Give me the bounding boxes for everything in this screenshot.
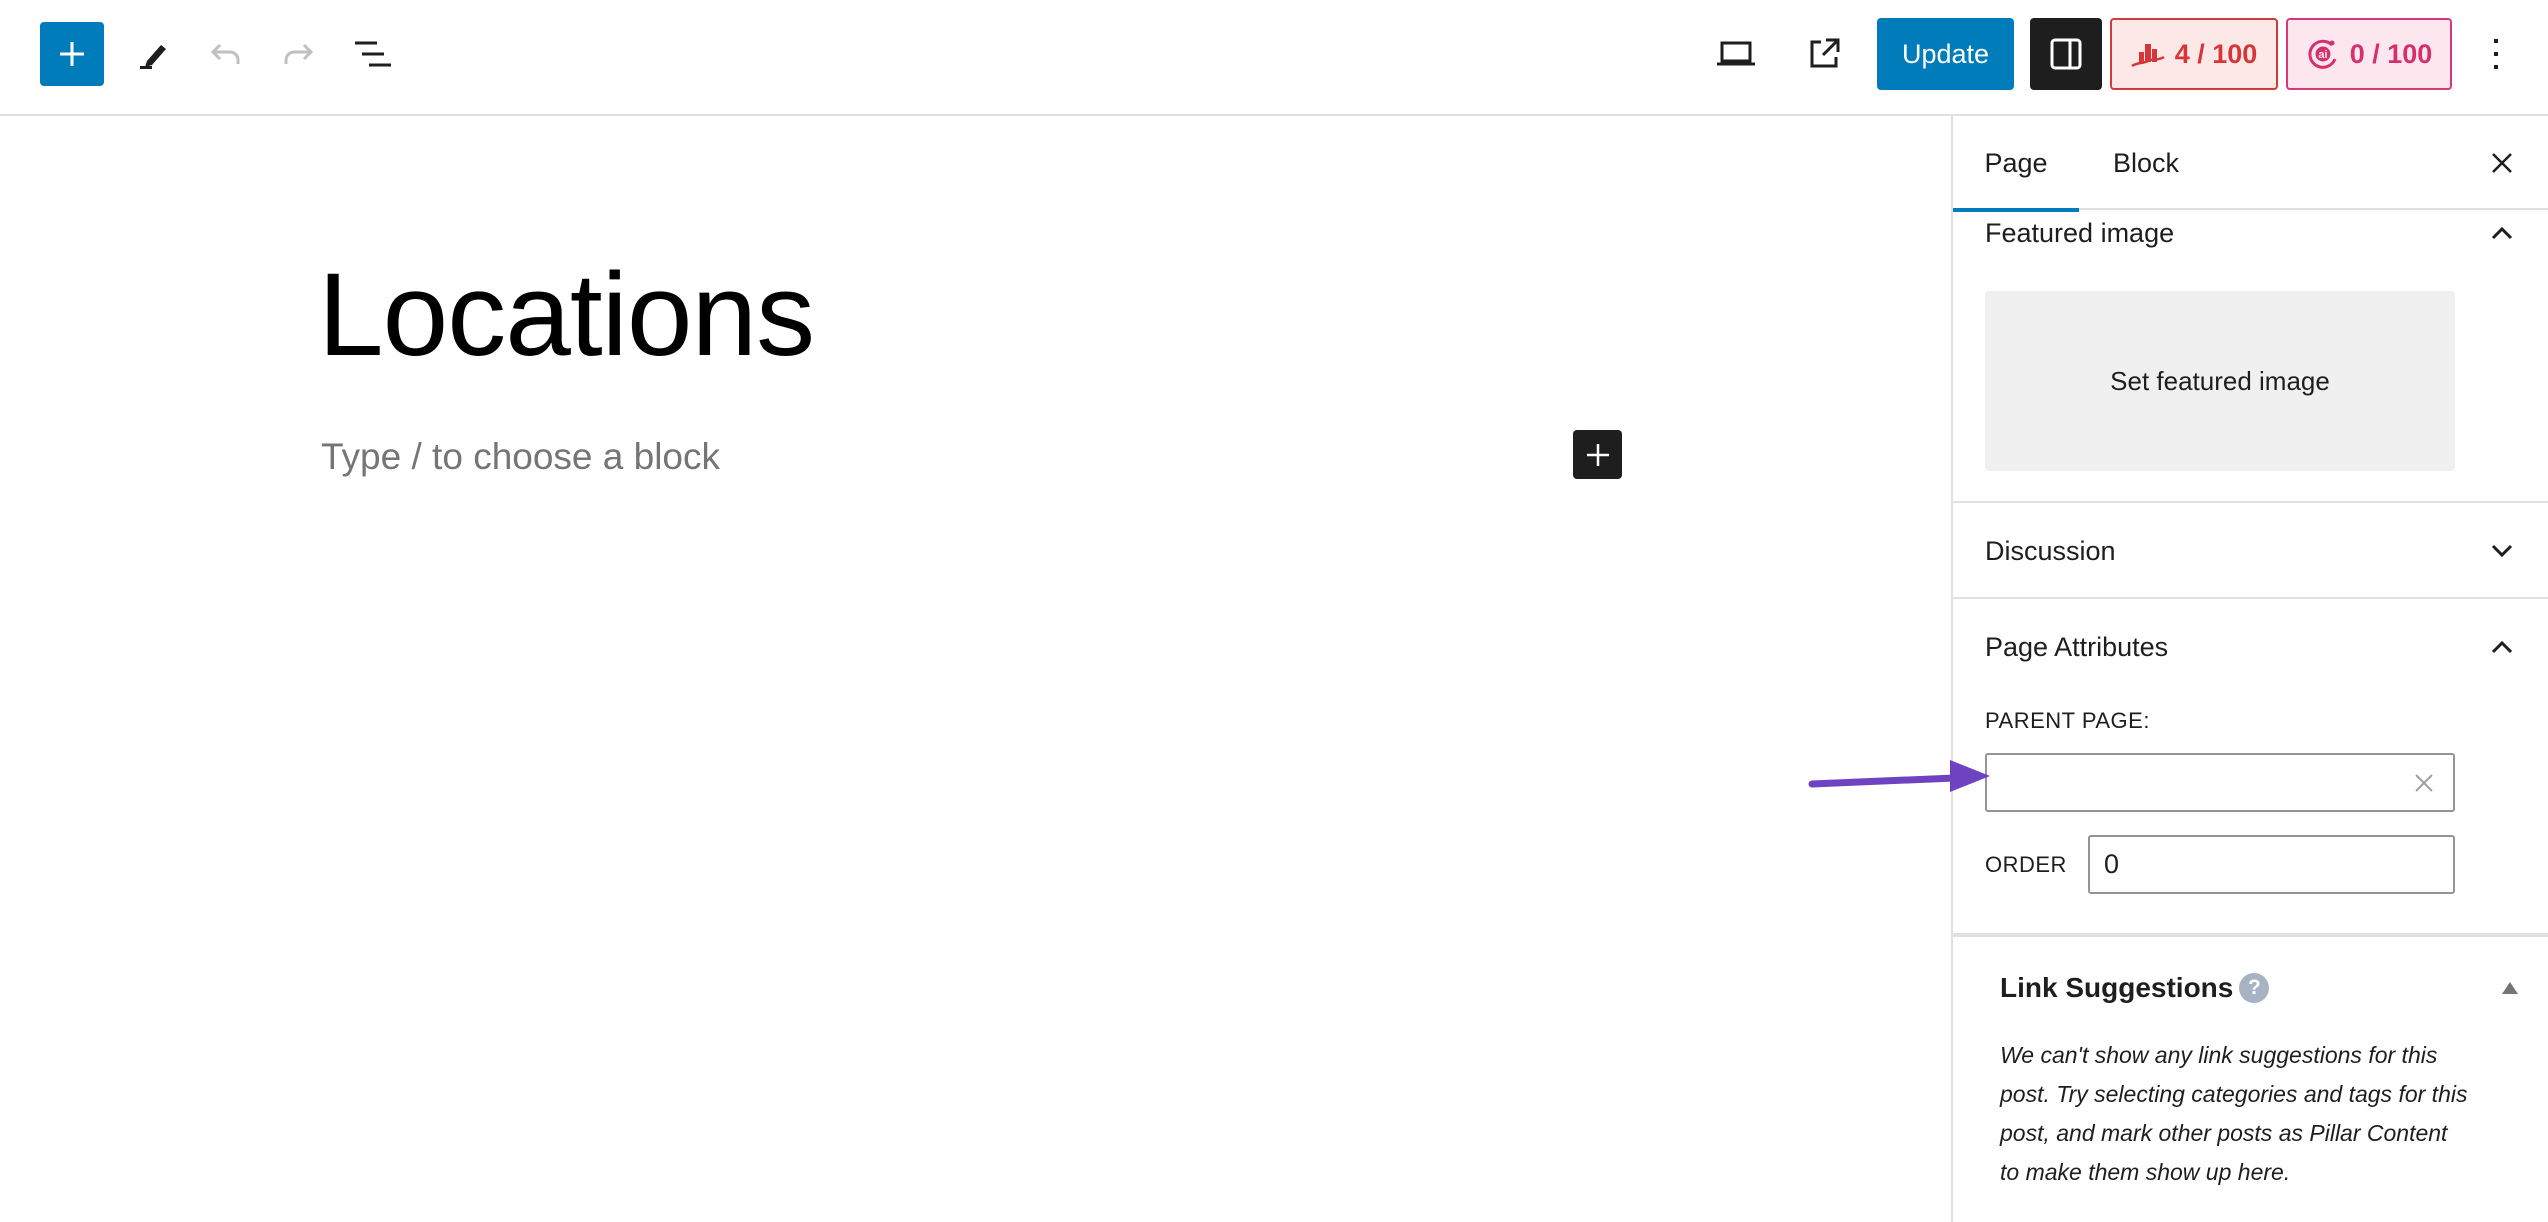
ai-score-value: 0 / 100	[2349, 38, 2433, 69]
panel-divider	[1953, 933, 2548, 937]
featured-image-panel-toggle[interactable]: Featured image	[1953, 210, 2548, 256]
tools-button[interactable]	[130, 30, 178, 78]
ai-score-button[interactable]: ai 0 / 100	[2286, 18, 2452, 90]
ai-at-icon: ai	[2308, 39, 2337, 69]
close-sidebar-button[interactable]	[2478, 139, 2526, 187]
page-attributes-panel-toggle[interactable]: Page Attributes	[1953, 600, 2548, 694]
panel-divider	[1953, 501, 2548, 503]
chevron-down-icon	[2486, 535, 2518, 567]
triangle-up-icon[interactable]	[2498, 976, 2522, 1000]
discussion-panel-toggle[interactable]: Discussion	[1953, 504, 2548, 598]
update-button[interactable]: Update	[1877, 18, 2014, 90]
vertical-ellipsis-icon	[2494, 39, 2498, 69]
discussion-panel-title: Discussion	[1985, 535, 2116, 566]
close-icon	[2492, 153, 2512, 173]
panel-divider	[1953, 597, 2548, 599]
seo-score-button[interactable]: 4 / 100	[2110, 18, 2278, 90]
svg-text:ai: ai	[2318, 49, 2327, 61]
options-menu-button[interactable]	[2476, 30, 2516, 78]
editor-canvas: Locations Type / to choose a block	[0, 116, 1951, 1222]
chevron-up-icon	[2486, 631, 2518, 663]
tab-block[interactable]: Block	[2079, 116, 2213, 210]
block-inserter-button[interactable]	[40, 22, 104, 86]
parent-page-input[interactable]	[1985, 753, 2455, 812]
parent-page-label: PARENT PAGE:	[1985, 708, 2150, 733]
link-suggestions-message: We can't show any link suggestions for t…	[2000, 1042, 2468, 1185]
block-placeholder[interactable]: Type / to choose a block	[321, 436, 720, 478]
link-suggestions-title-text: Link Suggestions	[2000, 972, 2234, 1003]
laptop-icon	[1717, 41, 1755, 66]
order-label: ORDER	[1985, 852, 2067, 877]
settings-sidebar: Page Block Featured image Set featured i…	[1951, 116, 2548, 1222]
sidebar-tabs: Page Block	[1953, 116, 2548, 212]
external-link-icon	[1810, 38, 1840, 68]
chevron-up-icon	[2486, 217, 2518, 249]
view-page-button[interactable]	[1800, 30, 1848, 78]
pencil-icon	[140, 45, 166, 69]
help-icon[interactable]: ?	[2239, 973, 2270, 1003]
link-suggestions-panel-toggle[interactable]: Link Suggestions ?	[1953, 953, 2548, 1023]
link-suggestions-title: Link Suggestions ?	[2000, 972, 2270, 1004]
clear-parent-button[interactable]	[2409, 768, 2439, 798]
redo-button[interactable]	[274, 30, 322, 78]
add-block-button[interactable]	[1573, 430, 1622, 479]
plus-icon	[60, 42, 84, 66]
plus-icon	[1586, 443, 1609, 466]
chart-wave-icon	[2131, 44, 2165, 68]
featured-image-panel-title: Featured image	[1985, 217, 2175, 248]
undo-button[interactable]	[202, 30, 250, 78]
page-attributes-panel-title: Page Attributes	[1985, 631, 2169, 662]
set-featured-image-button[interactable]: Set featured image	[1985, 291, 2455, 471]
sidebar-toggle-icon	[2050, 38, 2082, 70]
document-overview-button[interactable]	[348, 30, 396, 78]
tab-page[interactable]: Page	[1953, 116, 2079, 212]
order-input[interactable]: 0	[2088, 835, 2455, 894]
undo-icon	[210, 43, 240, 64]
close-icon	[2415, 774, 2433, 792]
settings-sidebar-toggle[interactable]	[2030, 18, 2102, 90]
page-title[interactable]: Locations	[318, 256, 815, 374]
preview-button[interactable]	[1712, 30, 1760, 78]
redo-icon	[284, 43, 314, 64]
list-view-icon	[355, 41, 391, 67]
editor-top-bar: Update 4 / 100 ai 0 / 100	[0, 0, 2548, 116]
seo-score-value: 4 / 100	[2174, 38, 2258, 69]
